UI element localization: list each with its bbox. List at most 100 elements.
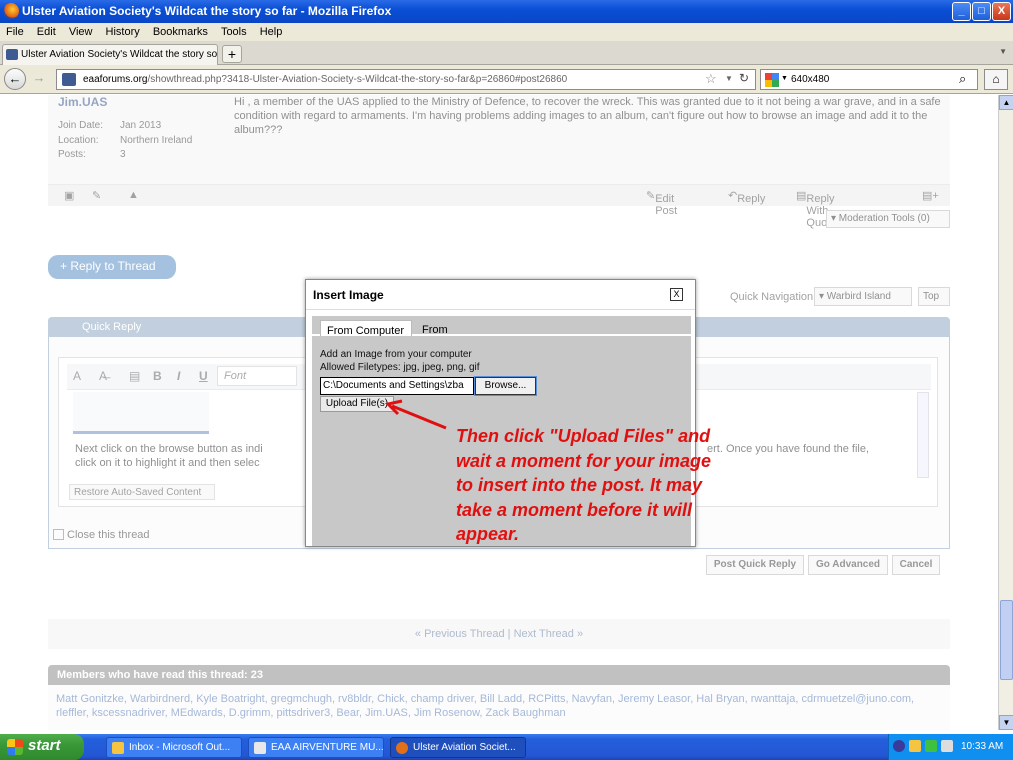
back-button[interactable]: ← <box>4 68 26 90</box>
reply-with-quote-button[interactable]: ▤ Reply With Quote <box>796 189 836 229</box>
taskbar-item-firefox[interactable]: Ulster Aviation Societ... <box>390 737 526 758</box>
minimize-button[interactable]: _ <box>952 2 971 21</box>
font-select[interactable]: Font <box>217 366 297 386</box>
paste-icon[interactable]: ▤ <box>129 369 140 383</box>
next-thread-link[interactable]: Next Thread » <box>514 628 584 640</box>
edit-post-button[interactable]: ✎ Edit Post <box>646 189 677 217</box>
cancel-button[interactable]: Cancel <box>892 555 940 575</box>
taskbar-item-eaa[interactable]: EAA AIRVENTURE MU... <box>248 737 384 758</box>
scroll-up-arrow-icon[interactable]: ▲ <box>999 95 1013 110</box>
google-search-engine-icon[interactable] <box>765 73 779 87</box>
page-viewport: Jim.UAS Join Date: Jan 2013 Location: Nort… <box>0 95 998 730</box>
editor-scrollbar[interactable] <box>917 392 929 478</box>
tab-label: Ulster Aviation Society's Wildcat the st… <box>21 49 218 60</box>
tray-arrow-icon[interactable] <box>893 740 905 752</box>
search-icon[interactable]: ⌕ <box>959 71 966 87</box>
menu-bookmarks[interactable]: Bookmarks <box>147 23 208 38</box>
underline-icon[interactable]: U <box>199 369 208 383</box>
scroll-thumb[interactable] <box>1000 600 1013 680</box>
posts-row: Posts: 3 <box>58 149 126 160</box>
file-path-input[interactable]: C:\Documents and Settings\zba <box>320 377 474 395</box>
reputation-icon[interactable]: ✎ <box>92 189 101 202</box>
search-bar[interactable]: ▼ 640x480 ⌕ <box>760 69 978 90</box>
windows-flag-icon <box>7 739 23 755</box>
tray-volume-icon[interactable] <box>941 740 953 752</box>
menu-help[interactable]: Help <box>254 23 283 38</box>
url-domain: eaaforums.org <box>83 74 148 85</box>
location-row: Location: Northern Ireland <box>58 135 193 146</box>
quick-navigation: Quick Navigation ▾ Warbird Island Top <box>730 287 950 306</box>
history-dropdown-icon[interactable]: ▼ <box>725 74 733 83</box>
maximize-button[interactable]: □ <box>972 2 991 21</box>
scroll-down-arrow-icon[interactable]: ▼ <box>999 715 1013 730</box>
browse-button[interactable]: Browse... <box>475 377 536 395</box>
previous-thread-link[interactable]: « Previous Thread <box>415 628 505 640</box>
reply-button[interactable]: ↶ Reply <box>728 189 765 205</box>
bookmark-star-icon[interactable]: ☆ <box>705 71 717 87</box>
system-tray: 10:33 AM <box>888 734 1013 760</box>
tab-list-chevron-icon[interactable]: ▼ <box>999 47 1007 56</box>
thread-navigation: « Previous Thread | Next Thread » <box>48 619 950 649</box>
forum-select-dropdown[interactable]: ▾ Warbird Island <box>814 287 912 306</box>
remove-format-icon[interactable]: A̶ <box>99 369 107 383</box>
close-window-button[interactable]: X <box>992 2 1011 21</box>
menu-view[interactable]: View <box>63 23 93 38</box>
dialog-close-icon[interactable]: X <box>670 288 683 301</box>
post-actions-bar: ▣ ✎ ▲ ✎ Edit Post ↶ Reply ▤ Reply With Q… <box>48 184 950 229</box>
window-title-bar[interactable]: Ulster Aviation Society's Wildcat the st… <box>0 0 1013 23</box>
dialog-tabs: From Computer From URL <box>312 316 691 348</box>
dialog-title: Insert Image <box>306 280 695 310</box>
reload-icon[interactable]: ↻ <box>739 71 749 85</box>
url-path: /showthread.php?3418-Ulster-Aviation-Soc… <box>147 74 568 85</box>
close-thread-checkbox[interactable]: Close this thread <box>53 529 150 541</box>
bold-icon[interactable]: B <box>153 369 162 383</box>
document-icon <box>254 742 266 754</box>
site-identity-icon[interactable] <box>62 73 76 86</box>
forward-button[interactable]: → <box>28 68 50 90</box>
post-username[interactable]: Jim.UAS <box>58 95 107 109</box>
post-body: Hi , a member of the UAS applied to the … <box>234 96 941 136</box>
image-thumbnail <box>73 392 209 434</box>
taskbar-item-outlook[interactable]: Inbox - Microsoft Out... <box>106 737 242 758</box>
tab-bar: Ulster Aviation Society's Wildcat the st… <box>0 41 1013 65</box>
annotation-text: Then click "Upload Files" and wait a mom… <box>456 426 712 544</box>
menu-history[interactable]: History <box>100 23 140 38</box>
annotation-arrow-icon <box>384 399 447 430</box>
reply-to-thread-button[interactable]: + Reply to Thread <box>48 255 176 279</box>
taskbar: start Inbox - Microsoft Out... EAA AIRVE… <box>0 734 1013 760</box>
post-number-icon[interactable]: ▣ <box>64 189 74 202</box>
quick-navigation-label: Quick Navigation <box>730 291 814 303</box>
search-input[interactable]: 640x480 <box>791 74 829 85</box>
start-button[interactable]: start <box>0 734 84 760</box>
forum-post: Jim.UAS Join Date: Jan 2013 Location: Nort… <box>48 95 950 184</box>
font-color-icon[interactable]: A <box>73 369 81 383</box>
top-button[interactable]: Top <box>918 287 950 306</box>
add-image-label: Add an Image from your computer <box>320 349 472 360</box>
search-engine-dropdown-icon[interactable]: ▼ <box>781 75 788 82</box>
tray-mail-icon[interactable] <box>909 740 921 752</box>
browser-tab[interactable]: Ulster Aviation Society's Wildcat the st… <box>2 44 218 65</box>
page-scrollbar[interactable]: ▲ ▼ <box>998 95 1013 730</box>
outlook-icon <box>112 742 124 754</box>
menu-file[interactable]: File <box>0 23 24 38</box>
moderation-tools-dropdown[interactable]: ▾ Moderation Tools (0) <box>826 210 950 228</box>
url-bar[interactable]: eaaforums.org/showthread.php?3418-Ulster… <box>56 69 756 90</box>
navigation-toolbar: ← → eaaforums.org/showthread.php?3418-Ul… <box>0 65 1013 94</box>
tray-security-icon[interactable] <box>925 740 937 752</box>
post-quick-reply-button[interactable]: Post Quick Reply <box>706 555 804 575</box>
new-tab-button[interactable]: + <box>222 45 242 63</box>
menu-tools[interactable]: Tools <box>215 23 247 38</box>
italic-icon[interactable]: I <box>177 369 180 383</box>
home-button[interactable]: ⌂ <box>984 69 1008 90</box>
allowed-filetypes-label: Allowed Filetypes: jpg, jpeg, png, gif <box>320 362 480 373</box>
site-favicon-icon <box>6 49 18 60</box>
restore-auto-saved-button[interactable]: Restore Auto-Saved Content <box>69 484 215 500</box>
report-post-icon[interactable]: ▲ <box>128 189 139 201</box>
menu-edit[interactable]: Edit <box>31 23 56 38</box>
multi-quote-icon[interactable]: ▤+ <box>922 189 939 202</box>
go-advanced-button[interactable]: Go Advanced <box>808 555 888 575</box>
members-read-list[interactable]: Matt Gonitzke, Warbirdnerd, Kyle Boatrig… <box>48 685 950 730</box>
window-title: Ulster Aviation Society's Wildcat the st… <box>22 4 392 18</box>
members-read-header: Members who have read this thread: 23 <box>48 665 950 685</box>
firefox-icon <box>3 3 19 19</box>
